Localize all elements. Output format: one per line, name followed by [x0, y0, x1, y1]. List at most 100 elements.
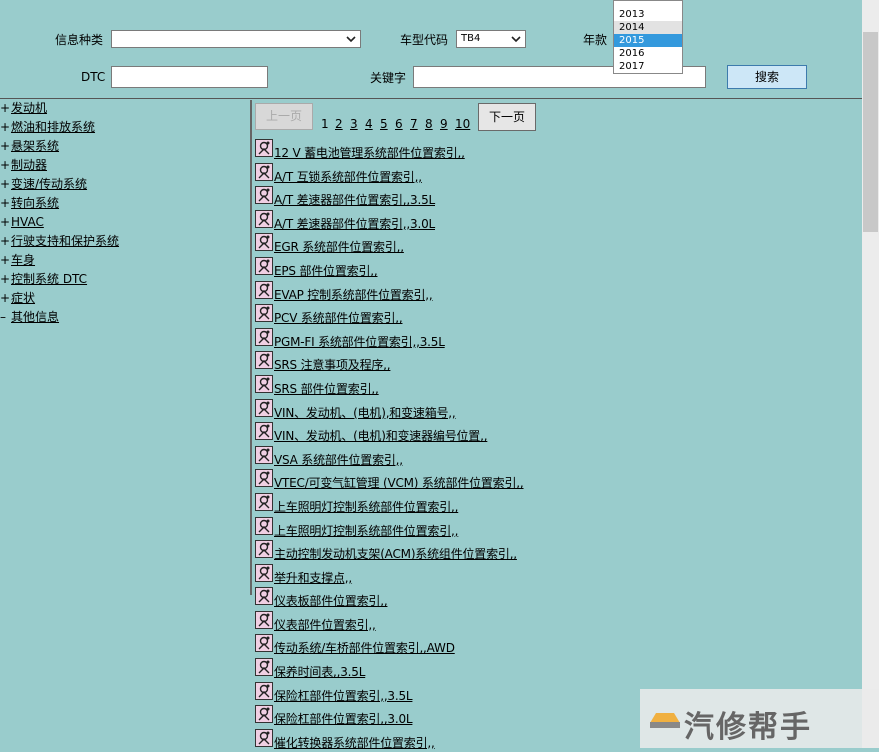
document-link[interactable]: EGR 系统部件位置索引,,: [274, 238, 404, 255]
page-link[interactable]: 1: [321, 117, 329, 131]
tree-item-label[interactable]: 控制系统 DTC: [11, 272, 87, 286]
search-button[interactable]: 搜索: [727, 65, 807, 89]
document-link[interactable]: 催化转换器系统部件位置索引,,: [274, 734, 435, 751]
page-scrollbar[interactable]: [862, 0, 879, 748]
page-link[interactable]: 6: [395, 117, 403, 131]
document-item[interactable]: A/T 差速器部件位置索引,,3.5L: [255, 186, 860, 210]
document-item[interactable]: 上车照明灯控制系统部件位置索引,,: [255, 516, 860, 541]
document-link[interactable]: 传动系统/车桥部件位置索引,,AWD: [274, 639, 455, 656]
expand-icon[interactable]: +: [0, 214, 11, 231]
document-item[interactable]: VTEC/可变气缸管理 (VCM) 系统部件位置索引,,: [255, 469, 860, 493]
document-item[interactable]: EVAP 控制系统部件位置索引,,: [255, 280, 860, 305]
document-item[interactable]: 仪表板部件位置索引,,: [255, 587, 860, 611]
collapse-icon[interactable]: –: [0, 309, 11, 326]
tree-item[interactable]: – 其他信息: [0, 309, 248, 328]
document-item[interactable]: 主动控制发动机支架(ACM)系统组件位置索引,,: [255, 540, 860, 564]
document-link[interactable]: VIN、发动机、(电机),和变速箱号,,: [274, 404, 456, 421]
document-link[interactable]: EPS 部件位置索引,,: [274, 262, 378, 279]
prev-page-button[interactable]: 上一页: [255, 103, 313, 130]
tree-item[interactable]: +发动机: [0, 100, 248, 119]
expand-icon[interactable]: +: [0, 157, 11, 174]
document-item[interactable]: SRS 部件位置索引,,: [255, 374, 860, 399]
document-link[interactable]: 主动控制发动机支架(ACM)系统组件位置索引,,: [274, 545, 517, 562]
tree-item-label[interactable]: 转向系统: [11, 196, 59, 210]
tree-item-label[interactable]: 车身: [11, 253, 35, 267]
tree-item[interactable]: +制动器: [0, 157, 248, 176]
document-item[interactable]: SRS 注意事项及程序,,: [255, 351, 860, 375]
tree-item[interactable]: +HVAC: [0, 214, 248, 233]
tree-item[interactable]: +变速/传动系统: [0, 176, 248, 195]
expand-icon[interactable]: +: [0, 100, 11, 117]
tree-item-label[interactable]: 变速/传动系统: [11, 177, 87, 191]
document-item[interactable]: PGM-FI 系统部件位置索引,,3.5L: [255, 327, 860, 352]
year-option[interactable]: 2017: [614, 60, 682, 73]
expand-icon[interactable]: +: [0, 271, 11, 288]
document-item[interactable]: VSA 系统部件位置索引,,: [255, 445, 860, 470]
document-link[interactable]: VTEC/可变气缸管理 (VCM) 系统部件位置索引,,: [274, 474, 524, 491]
document-link[interactable]: 保险杠部件位置索引,,3.0L: [274, 710, 413, 727]
tree-item[interactable]: +控制系统 DTC: [0, 271, 248, 290]
document-item[interactable]: 仪表部件位置索引,,: [255, 610, 860, 635]
document-item[interactable]: PCV 系统部件位置索引,,: [255, 304, 860, 328]
tree-item[interactable]: +症状: [0, 290, 248, 309]
tree-item-label[interactable]: 悬架系统: [11, 139, 59, 153]
tree-item-label[interactable]: 发动机: [11, 101, 47, 115]
document-item[interactable]: EGR 系统部件位置索引,,: [255, 233, 860, 257]
tree-item[interactable]: +车身: [0, 252, 248, 271]
document-item[interactable]: 12 V 蓄电池管理系统部件位置索引,,: [255, 139, 860, 163]
document-item[interactable]: 保养时间表,,3.5L: [255, 658, 860, 682]
document-item[interactable]: VIN、发动机、(电机)和变速器编号位置,,: [255, 422, 860, 446]
info-type-select[interactable]: [111, 30, 361, 48]
document-link[interactable]: 举升和支撑点,,: [274, 569, 352, 586]
document-link[interactable]: 12 V 蓄电池管理系统部件位置索引,,: [274, 144, 465, 161]
page-link[interactable]: 4: [365, 117, 373, 131]
tree-item[interactable]: +燃油和排放系统: [0, 119, 248, 138]
document-link[interactable]: EVAP 控制系统部件位置索引,,: [274, 286, 433, 303]
document-link[interactable]: 保险杠部件位置索引,,3.5L: [274, 687, 413, 704]
page-link[interactable]: 7: [410, 117, 418, 131]
tree-item-label[interactable]: 燃油和排放系统: [11, 120, 95, 134]
tree-item-label[interactable]: 行驶支持和保护系统: [11, 234, 119, 248]
document-link[interactable]: A/T 互锁系统部件位置索引,,: [274, 168, 422, 185]
document-link[interactable]: VSA 系统部件位置索引,,: [274, 451, 403, 468]
tree-item-label[interactable]: 制动器: [11, 158, 47, 172]
year-dropdown-list[interactable]: 2013 2014 2015 2016 2017: [613, 0, 683, 74]
page-link[interactable]: 8: [425, 117, 433, 131]
document-link[interactable]: 保养时间表,,3.5L: [274, 663, 365, 680]
tree-item-label[interactable]: 其他信息: [11, 310, 59, 324]
year-option[interactable]: 2014: [614, 21, 682, 34]
expand-icon[interactable]: +: [0, 233, 11, 250]
page-link[interactable]: 9: [440, 117, 448, 131]
expand-icon[interactable]: +: [0, 252, 11, 269]
year-option[interactable]: 2016: [614, 47, 682, 60]
page-link[interactable]: 2: [335, 117, 343, 131]
document-link[interactable]: PCV 系统部件位置索引,,: [274, 309, 403, 326]
expand-icon[interactable]: +: [0, 290, 11, 307]
document-link[interactable]: 上车照明灯控制系统部件位置索引,,: [274, 498, 458, 515]
scrollbar-thumb[interactable]: [863, 32, 878, 232]
year-option[interactable]: 2015: [614, 34, 682, 47]
document-link[interactable]: 仪表部件位置索引,,: [274, 616, 376, 633]
expand-icon[interactable]: +: [0, 195, 11, 212]
page-link[interactable]: 5: [380, 117, 388, 131]
dtc-input[interactable]: [111, 66, 268, 88]
document-item[interactable]: VIN、发动机、(电机),和变速箱号,,: [255, 398, 860, 423]
expand-icon[interactable]: +: [0, 138, 11, 155]
expand-icon[interactable]: +: [0, 176, 11, 193]
page-link[interactable]: 10: [455, 117, 470, 131]
model-code-select[interactable]: TB4: [456, 30, 526, 48]
document-link[interactable]: A/T 差速器部件位置索引,,3.5L: [274, 191, 435, 208]
tree-item[interactable]: +转向系统: [0, 195, 248, 214]
document-link[interactable]: 仪表板部件位置索引,,: [274, 592, 388, 609]
document-link[interactable]: VIN、发动机、(电机)和变速器编号位置,,: [274, 427, 488, 444]
year-option[interactable]: 2013: [614, 8, 682, 21]
tree-item-label[interactable]: HVAC: [11, 215, 44, 229]
page-link[interactable]: 3: [350, 117, 358, 131]
document-link[interactable]: PGM-FI 系统部件位置索引,,3.5L: [274, 333, 445, 350]
tree-item[interactable]: +悬架系统: [0, 138, 248, 157]
document-item[interactable]: 传动系统/车桥部件位置索引,,AWD: [255, 634, 860, 658]
document-link[interactable]: A/T 差速器部件位置索引,,3.0L: [274, 215, 435, 232]
document-link[interactable]: 上车照明灯控制系统部件位置索引,,: [274, 522, 458, 539]
tree-item-label[interactable]: 症状: [11, 291, 35, 305]
document-item[interactable]: EPS 部件位置索引,,: [255, 256, 860, 281]
